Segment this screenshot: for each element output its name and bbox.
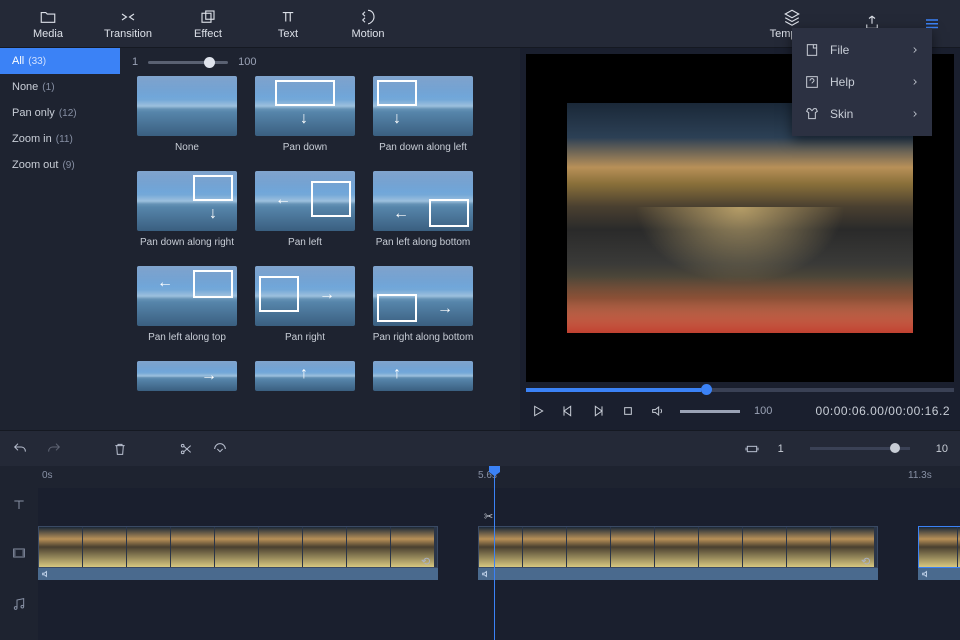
effects-sidebar: All(33) None(1) Pan only(12) Zoom in(11)… bbox=[0, 48, 120, 430]
main-menu-dropdown: File Help Skin bbox=[792, 28, 932, 136]
sidebar-item-none[interactable]: None(1) bbox=[0, 74, 120, 100]
tab-media[interactable]: Media bbox=[8, 0, 88, 48]
video-clip[interactable]: ⟲ bbox=[478, 526, 878, 568]
effect-pan-right-bottom[interactable]: →Pan right along bottom bbox=[368, 266, 478, 343]
video-track-icon bbox=[11, 545, 27, 561]
preview-image bbox=[567, 103, 913, 333]
chevron-right-icon bbox=[910, 74, 920, 90]
effect-pan-right[interactable]: →Pan right bbox=[250, 266, 360, 343]
speaker-icon bbox=[920, 569, 932, 579]
sidebar-item-zoom-in[interactable]: Zoom in(11) bbox=[0, 126, 120, 152]
effect-pan-down[interactable]: ↓Pan down bbox=[250, 76, 360, 153]
timeline: 0s 5.6s 11.3s ⟲ ✂ ⟲ bbox=[0, 466, 960, 640]
effect-none[interactable]: None bbox=[132, 76, 242, 153]
audio-strip[interactable] bbox=[918, 568, 960, 580]
template-icon bbox=[782, 8, 802, 26]
menu-item-skin[interactable]: Skin bbox=[792, 98, 932, 130]
fit-button[interactable] bbox=[744, 441, 760, 457]
sidebar-item-pan-only[interactable]: Pan only(12) bbox=[0, 100, 120, 126]
chevron-right-icon bbox=[910, 106, 920, 122]
audio-track-label[interactable] bbox=[0, 584, 38, 624]
playhead[interactable] bbox=[494, 466, 495, 640]
music-track-icon bbox=[11, 596, 27, 612]
effect-pan-left-bottom[interactable]: ←Pan left along bottom bbox=[368, 171, 478, 248]
tab-motion[interactable]: Motion bbox=[328, 0, 408, 48]
preview-controls: 100 00:00:06.00/00:00:16.2 bbox=[520, 392, 960, 430]
folder-icon bbox=[38, 8, 58, 26]
volume-button[interactable] bbox=[650, 403, 666, 419]
music-track[interactable] bbox=[38, 584, 960, 624]
next-frame-button[interactable] bbox=[590, 403, 606, 419]
tab-effect[interactable]: Effect bbox=[168, 0, 248, 48]
text-icon bbox=[278, 8, 298, 26]
scissors-icon: ✂ bbox=[484, 510, 493, 523]
effects-panel: 1 100 None ↓Pan down ↓Pan down along lef… bbox=[120, 48, 520, 430]
effect-extra-3[interactable]: ↑ bbox=[368, 361, 478, 391]
text-track[interactable] bbox=[38, 488, 960, 522]
menu-item-file[interactable]: File bbox=[792, 34, 932, 66]
skin-icon bbox=[804, 106, 820, 122]
effect-pan-left-top[interactable]: ←Pan left along top bbox=[132, 266, 242, 343]
video-track[interactable]: ⟲ ✂ ⟲ bbox=[38, 522, 960, 584]
help-icon bbox=[804, 74, 820, 90]
tab-text[interactable]: Text bbox=[248, 0, 328, 48]
video-clip[interactable]: ⟲ bbox=[38, 526, 438, 568]
loop-icon[interactable]: ⟲ bbox=[421, 555, 435, 567]
effect-extra-1[interactable]: → bbox=[132, 361, 242, 391]
file-icon bbox=[804, 42, 820, 58]
video-clip[interactable] bbox=[918, 526, 960, 568]
audio-strip[interactable] bbox=[478, 568, 878, 580]
volume-slider[interactable] bbox=[680, 410, 740, 413]
crop-button[interactable] bbox=[212, 441, 228, 457]
volume-value: 100 bbox=[754, 405, 772, 417]
effect-pan-down-left[interactable]: ↓Pan down along left bbox=[368, 76, 478, 153]
delete-button[interactable] bbox=[112, 441, 128, 457]
speaker-icon bbox=[480, 569, 492, 579]
effect-pan-down-right[interactable]: ↓Pan down along right bbox=[132, 171, 242, 248]
text-track-icon bbox=[11, 497, 27, 513]
split-button[interactable] bbox=[178, 441, 194, 457]
effect-pan-left[interactable]: ←Pan left bbox=[250, 171, 360, 248]
timeline-toolbar: 1 10 bbox=[0, 430, 960, 466]
time-display: 00:00:06.00/00:00:16.2 bbox=[816, 404, 950, 418]
motion-icon bbox=[358, 8, 378, 26]
sidebar-item-all[interactable]: All(33) bbox=[0, 48, 120, 74]
play-button[interactable] bbox=[530, 403, 546, 419]
undo-button[interactable] bbox=[12, 441, 28, 457]
zoom-min: 1 bbox=[778, 443, 784, 455]
text-track-label[interactable] bbox=[0, 488, 38, 522]
sidebar-item-zoom-out[interactable]: Zoom out(9) bbox=[0, 152, 120, 178]
speaker-icon bbox=[40, 569, 52, 579]
tab-transition[interactable]: Transition bbox=[88, 0, 168, 48]
preview-scrubber[interactable] bbox=[526, 388, 954, 392]
zoom-slider[interactable] bbox=[810, 447, 910, 450]
transition-icon bbox=[118, 8, 138, 26]
zoom-max: 10 bbox=[936, 443, 948, 455]
thumb-size-slider[interactable]: 1 100 bbox=[132, 56, 508, 68]
redo-button[interactable] bbox=[46, 441, 62, 457]
effect-icon bbox=[198, 8, 218, 26]
effect-extra-2[interactable]: ↑ bbox=[250, 361, 360, 391]
menu-item-help[interactable]: Help bbox=[792, 66, 932, 98]
video-track-label[interactable] bbox=[0, 522, 38, 584]
loop-icon[interactable]: ⟲ bbox=[861, 555, 875, 567]
stop-button[interactable] bbox=[620, 403, 636, 419]
chevron-right-icon bbox=[910, 42, 920, 58]
prev-frame-button[interactable] bbox=[560, 403, 576, 419]
audio-strip[interactable] bbox=[38, 568, 438, 580]
